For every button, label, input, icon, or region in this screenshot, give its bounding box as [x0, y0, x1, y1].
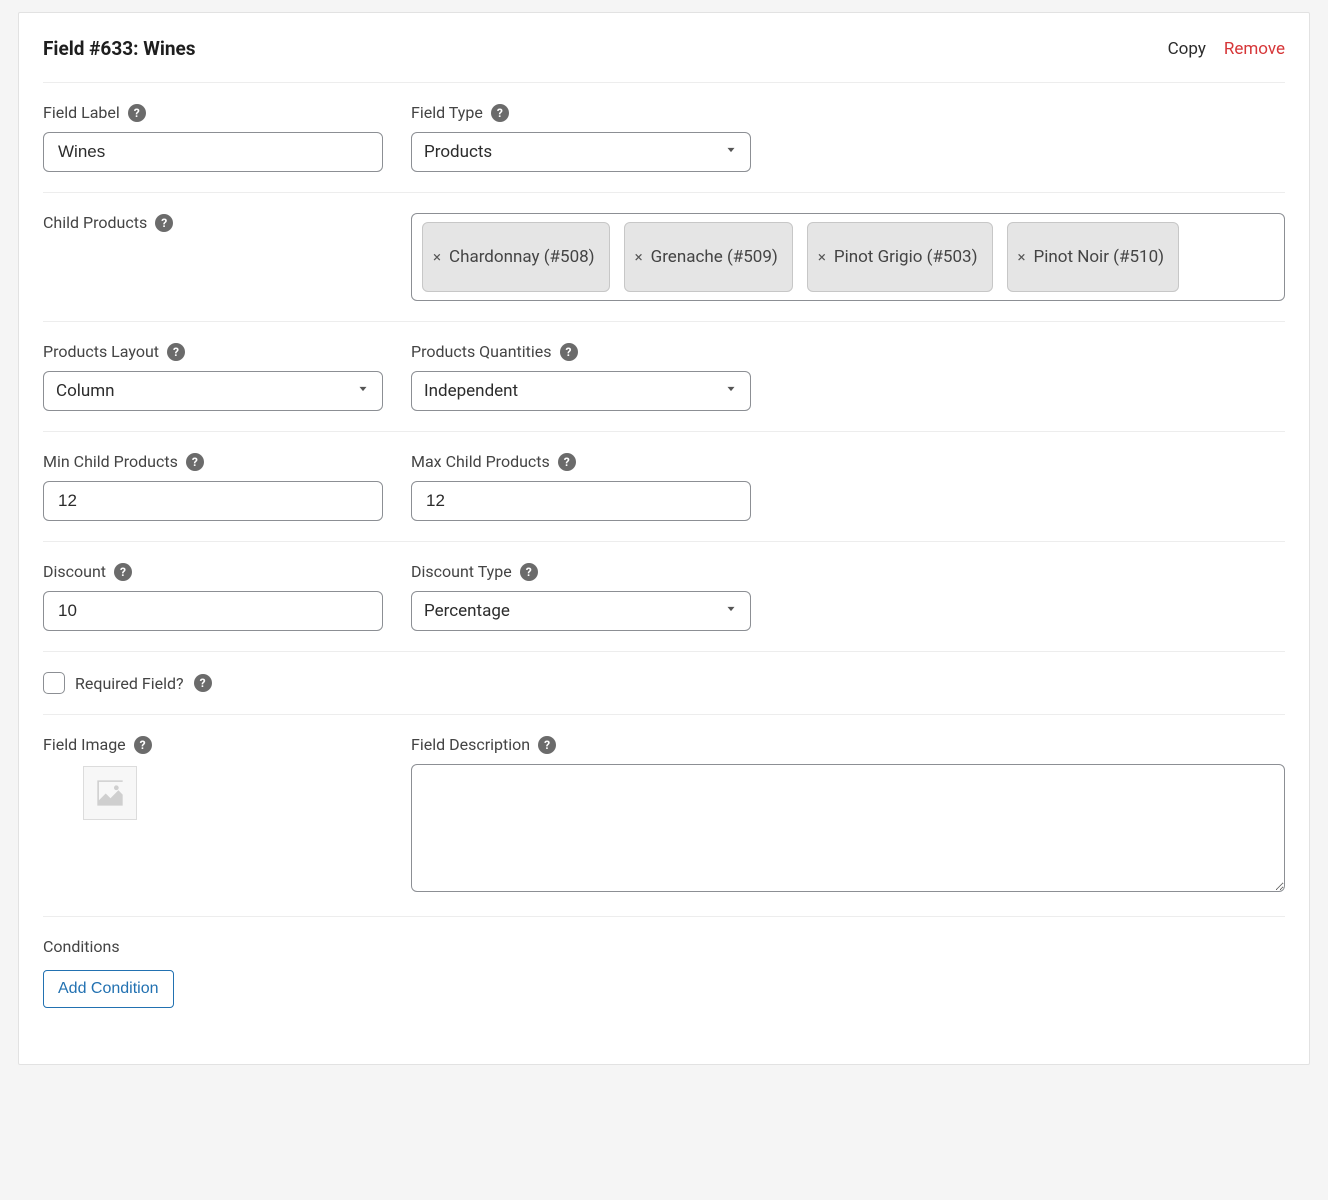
card-actions: Copy Remove: [1168, 39, 1285, 59]
chevron-down-icon: [356, 381, 370, 401]
help-icon[interactable]: ?: [491, 104, 509, 122]
field-label-input-wrap: [43, 132, 383, 172]
help-icon[interactable]: ?: [558, 453, 576, 471]
max-child-label: Max Child Products: [411, 452, 550, 471]
product-tag[interactable]: × Chardonnay (#508): [422, 222, 610, 292]
field-type-select[interactable]: Products: [411, 132, 751, 172]
card-title: Field #633: Wines: [43, 37, 196, 60]
help-icon[interactable]: ?: [134, 736, 152, 754]
field-description-textarea[interactable]: [411, 764, 1285, 892]
help-icon[interactable]: ?: [167, 343, 185, 361]
required-checkbox[interactable]: [43, 672, 65, 694]
field-card: Field #633: Wines Copy Remove Field Labe…: [18, 12, 1310, 1065]
field-description-label: Field Description: [411, 735, 530, 754]
discount-input-wrap: [43, 591, 383, 631]
discount-input[interactable]: [56, 600, 370, 622]
help-icon[interactable]: ?: [114, 563, 132, 581]
max-child-input-wrap: [411, 481, 751, 521]
child-products-tagbox[interactable]: × Chardonnay (#508) × Grenache (#509) × …: [411, 213, 1285, 301]
products-quantities-select[interactable]: Independent: [411, 371, 751, 411]
help-icon[interactable]: ?: [186, 453, 204, 471]
discount-type-label: Discount Type: [411, 562, 512, 581]
products-layout-value: Column: [56, 381, 115, 401]
required-label: Required Field?: [75, 674, 184, 693]
field-image-placeholder[interactable]: [83, 766, 137, 820]
product-tag-label: Pinot Grigio (#503): [834, 247, 978, 267]
min-child-input[interactable]: [56, 490, 370, 512]
conditions-label: Conditions: [43, 937, 1285, 956]
max-child-input[interactable]: [424, 490, 738, 512]
help-icon[interactable]: ?: [520, 563, 538, 581]
image-icon: [91, 774, 129, 812]
field-type-label: Field Type: [411, 103, 483, 122]
field-label-label: Field Label: [43, 103, 120, 122]
min-child-label: Min Child Products: [43, 452, 178, 471]
products-layout-select[interactable]: Column: [43, 371, 383, 411]
product-tag[interactable]: × Grenache (#509): [624, 222, 793, 292]
chevron-down-icon: [724, 142, 738, 162]
close-icon[interactable]: ×: [433, 250, 441, 265]
product-tag-label: Grenache (#509): [651, 247, 778, 267]
products-quantities-label: Products Quantities: [411, 342, 552, 361]
discount-label: Discount: [43, 562, 106, 581]
add-condition-button[interactable]: Add Condition: [43, 970, 174, 1008]
discount-type-select[interactable]: Percentage: [411, 591, 751, 631]
help-icon[interactable]: ?: [128, 104, 146, 122]
help-icon[interactable]: ?: [194, 674, 212, 692]
chevron-down-icon: [724, 381, 738, 401]
product-tag[interactable]: × Pinot Noir (#510): [1007, 222, 1180, 292]
close-icon[interactable]: ×: [635, 250, 643, 265]
discount-type-value: Percentage: [424, 601, 510, 621]
product-tag-label: Pinot Noir (#510): [1034, 247, 1165, 267]
close-icon[interactable]: ×: [1018, 250, 1026, 265]
child-products-label: Child Products: [43, 213, 147, 232]
field-label-input[interactable]: [56, 141, 370, 163]
help-icon[interactable]: ?: [538, 736, 556, 754]
field-image-label: Field Image: [43, 735, 126, 754]
min-child-input-wrap: [43, 481, 383, 521]
product-tag[interactable]: × Pinot Grigio (#503): [807, 222, 993, 292]
help-icon[interactable]: ?: [155, 214, 173, 232]
remove-link[interactable]: Remove: [1224, 39, 1285, 59]
card-header: Field #633: Wines Copy Remove: [43, 31, 1285, 82]
field-type-value: Products: [424, 142, 492, 162]
chevron-down-icon: [724, 601, 738, 621]
products-quantities-value: Independent: [424, 381, 518, 401]
products-layout-label: Products Layout: [43, 342, 159, 361]
help-icon[interactable]: ?: [560, 343, 578, 361]
copy-link[interactable]: Copy: [1168, 39, 1206, 59]
product-tag-label: Chardonnay (#508): [449, 247, 595, 267]
close-icon[interactable]: ×: [818, 250, 826, 265]
